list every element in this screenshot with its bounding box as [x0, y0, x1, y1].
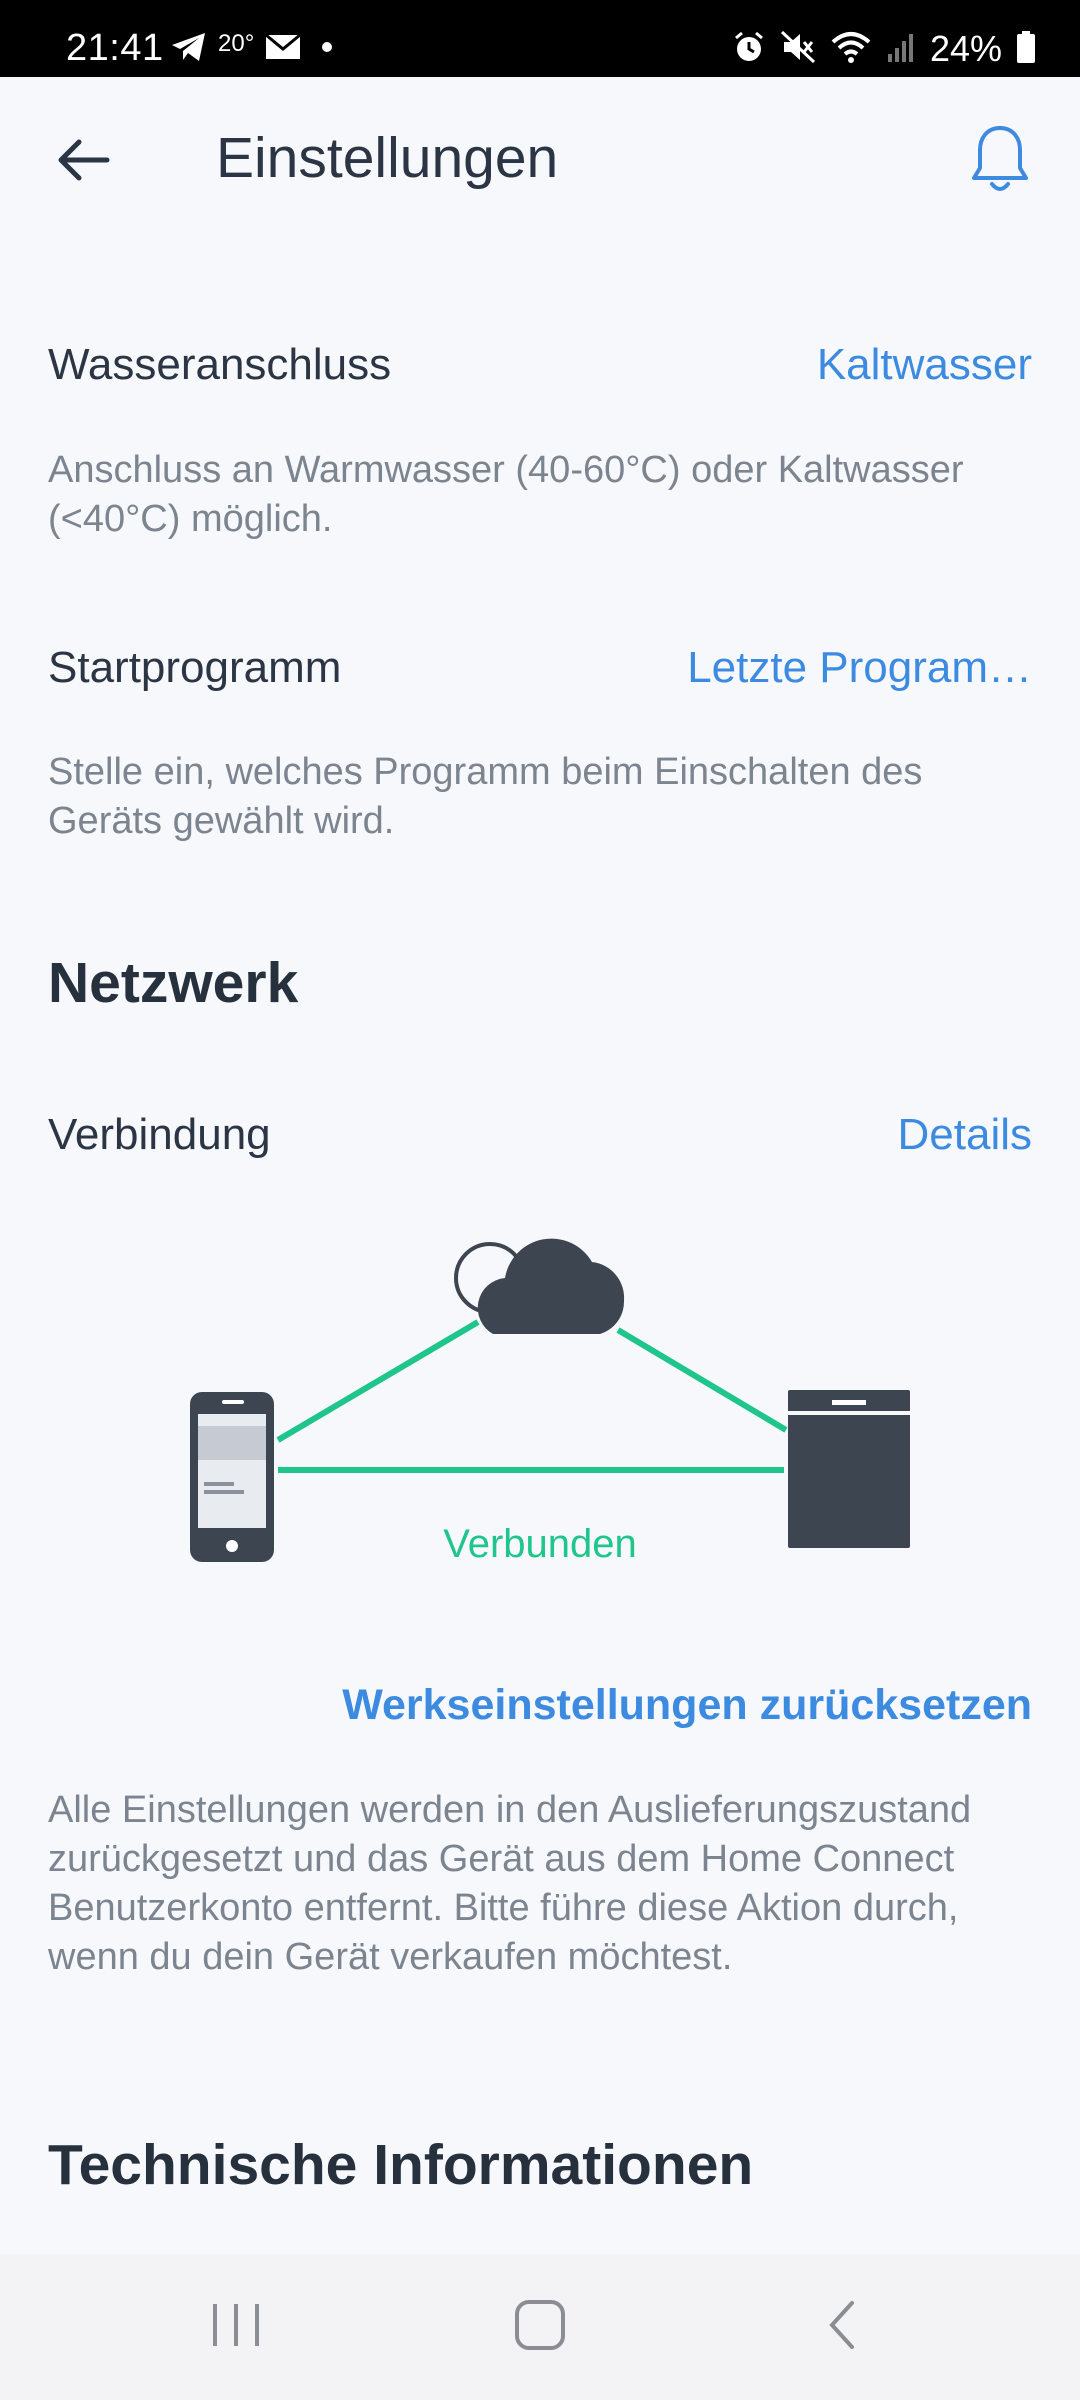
home-button[interactable]	[450, 2254, 630, 2400]
phone-cloud-line	[276, 1319, 480, 1443]
status-temperature: 20°	[218, 30, 255, 57]
connection-details-link[interactable]: Details	[898, 1110, 1033, 1160]
water-connection-value[interactable]: Kaltwasser	[817, 340, 1032, 390]
dot-icon	[312, 37, 342, 62]
back-arrow-icon	[55, 136, 111, 189]
battery-icon	[1016, 30, 1036, 69]
home-icon	[512, 2297, 568, 2358]
start-program-row[interactable]: Startprogramm Letzte Program…	[48, 643, 1032, 723]
page-title: Einstellungen	[216, 126, 559, 190]
app-bar: Einstellungen	[0, 77, 1080, 247]
network-section-title: Netzwerk	[48, 951, 299, 1015]
status-bar: 21:41 20° 24%	[0, 0, 1080, 77]
bell-icon	[969, 124, 1031, 203]
status-time: 21:41	[66, 27, 164, 69]
back-button[interactable]	[48, 127, 118, 197]
telegram-icon	[170, 31, 208, 68]
signal-icon	[886, 30, 916, 69]
connection-label: Verbindung	[48, 1110, 271, 1159]
technical-info-title: Technische Informationen	[48, 2133, 754, 2197]
notifications-button[interactable]	[960, 121, 1040, 205]
start-program-label: Startprogramm	[48, 643, 342, 692]
water-connection-row[interactable]: Wasseranschluss Kaltwasser	[48, 340, 1032, 420]
cloud-icon	[454, 1238, 625, 1334]
start-program-value[interactable]: Letzte Program…	[687, 643, 1032, 693]
system-nav-bar	[0, 2254, 1080, 2400]
connection-status: Verbunden	[443, 1522, 637, 1566]
wifi-icon	[830, 30, 872, 69]
mail-icon	[264, 32, 302, 67]
connection-lines	[276, 1319, 788, 1473]
status-left-icons: 20°	[170, 28, 342, 70]
cloud-device-line	[616, 1327, 788, 1433]
status-right-icons: 24%	[732, 28, 1036, 70]
recents-icon	[209, 2300, 263, 2355]
water-connection-label: Wasseranschluss	[48, 340, 392, 389]
nav-back-button[interactable]	[752, 2254, 932, 2400]
connection-row: Verbindung Details	[48, 1110, 1032, 1190]
recents-button[interactable]	[146, 2254, 326, 2400]
battery-percent: 24%	[929, 28, 1002, 69]
alarm-icon	[732, 30, 766, 69]
mute-icon	[780, 30, 816, 69]
water-connection-description: Anschluss an Warmwasser (40-60°C) oder K…	[48, 449, 964, 540]
factory-reset-description: Alle Einstellungen werden in den Auslief…	[48, 1789, 972, 1978]
start-program-description: Stelle ein, welches Programm beim Einsch…	[48, 751, 923, 842]
nav-back-icon	[822, 2297, 862, 2358]
factory-reset-link[interactable]: Werkseinstellungen zurücksetzen	[342, 1681, 1032, 1730]
